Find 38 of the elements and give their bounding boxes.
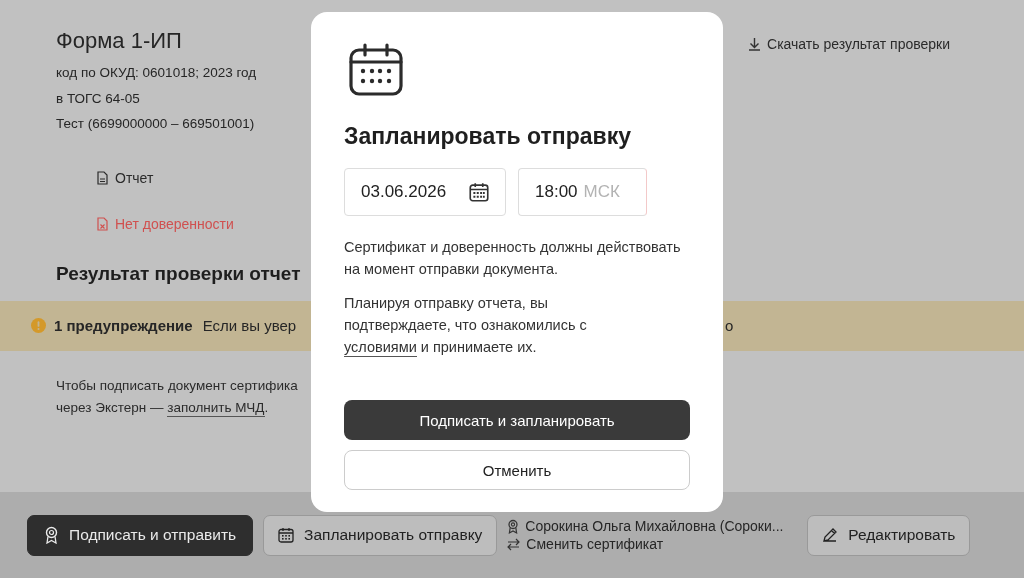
note-text: Чтобы подписать документ сертифика bbox=[56, 376, 298, 395]
calendar-icon bbox=[469, 182, 489, 202]
warning-icon bbox=[31, 318, 46, 333]
calendar-icon bbox=[278, 527, 295, 543]
document-link[interactable]: Отчет bbox=[97, 168, 154, 187]
fill-mchd-link[interactable]: заполнить МЧД bbox=[167, 399, 265, 417]
note-text: . bbox=[264, 399, 269, 415]
note-text: через Экстерн — bbox=[56, 399, 165, 415]
calendar-icon bbox=[348, 42, 404, 98]
dialog-text: Сертификат и доверенность должны действовать на момент отправки документа. bbox=[344, 238, 682, 279]
sign-and-send-button[interactable]: Подписать и отправить bbox=[27, 514, 254, 556]
form-detail: код по ОКУД: 0601018; 2023 год bbox=[56, 64, 257, 82]
sign-and-schedule-button[interactable]: Подписать и запланировать bbox=[344, 400, 690, 440]
certificate-owner: Сорокина Ольга Михайловна (Сороки... bbox=[525, 518, 784, 534]
time-field[interactable]: 18:00 МСК bbox=[518, 168, 647, 216]
badge-icon bbox=[507, 518, 520, 534]
section-heading: Результат проверки отчет bbox=[56, 262, 301, 286]
cancel-button[interactable]: Отменить bbox=[344, 450, 690, 490]
form-detail: Тест (6699000000 – 669501001) bbox=[56, 115, 256, 133]
dialog-title: Запланировать отправку bbox=[344, 123, 632, 150]
dialog-text: Планируя отправку отчета, вы подтверждаете, что ознакомились с условиями и принимаете их. bbox=[344, 294, 588, 358]
download-link[interactable]: Скачать результат проверки bbox=[748, 34, 950, 54]
date-field[interactable]: 03.06.2026 bbox=[344, 168, 506, 216]
download-icon bbox=[748, 37, 762, 51]
form-title: Форма 1-ИП bbox=[56, 28, 183, 54]
swap-icon bbox=[507, 537, 521, 551]
terms-link[interactable]: условиями bbox=[344, 339, 417, 357]
document-error-icon bbox=[97, 216, 108, 231]
change-certificate-link[interactable]: Сменить сертификат bbox=[507, 536, 664, 552]
form-detail: в ТОГС 64-05 bbox=[56, 89, 141, 108]
document-icon bbox=[97, 170, 108, 185]
schedule-button[interactable]: Запланировать отправку bbox=[263, 514, 498, 556]
pencil-icon bbox=[822, 527, 839, 543]
warning-title: 1 предупреждение bbox=[54, 317, 193, 334]
warning-text: Если вы увер bbox=[202, 317, 297, 334]
warning-text: о bbox=[725, 317, 734, 334]
edit-button[interactable]: Редактировать bbox=[807, 514, 971, 556]
badge-icon bbox=[44, 526, 59, 544]
